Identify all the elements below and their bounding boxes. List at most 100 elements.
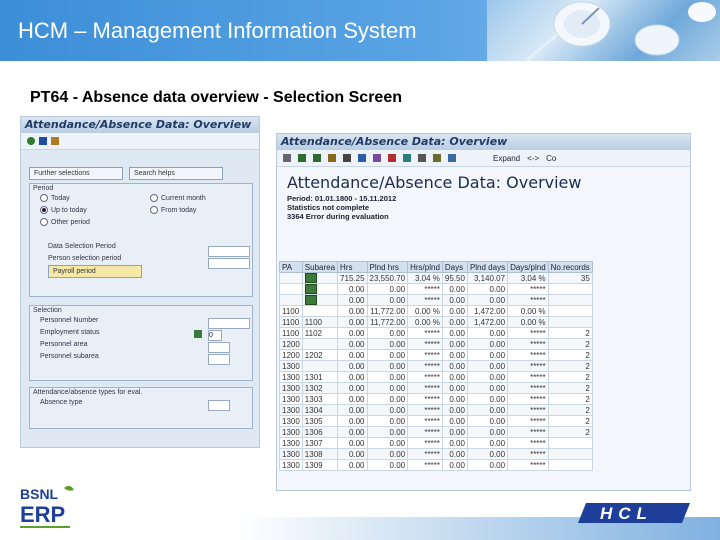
- table-cell: [547, 459, 593, 471]
- table-row[interactable]: 1100 1100 0.00 11,772.00 0.00 % 0.00 1,472.00 0…: [279, 316, 593, 328]
- table-cell: [547, 316, 593, 328]
- table-cell: 0.00 %: [407, 305, 443, 317]
- table-row[interactable]: 1300 1304 0.00 0.00 ***** 0.00 0.00 ***** 2: [279, 404, 593, 416]
- refresh-icon[interactable]: [403, 154, 411, 162]
- table-cell: *****: [407, 448, 443, 460]
- radio-other-period[interactable]: Other period: [30, 217, 100, 229]
- further-selections-button[interactable]: Further selections: [29, 167, 123, 180]
- collapse-button[interactable]: <->: [527, 154, 539, 163]
- radio-button[interactable]: [150, 194, 158, 203]
- table-cell: *****: [407, 360, 443, 372]
- export-icon[interactable]: [358, 154, 366, 162]
- column-header[interactable]: Hrs/plnd: [407, 261, 443, 273]
- table-cell: 1304: [301, 404, 339, 416]
- personnel-area-field[interactable]: [208, 342, 230, 353]
- table-cell: 1301: [301, 371, 339, 383]
- table-cell: 0.00: [337, 327, 368, 339]
- table-row[interactable]: 1300 1302 0.00 0.00 ***** 0.00 0.00 ***** 2: [279, 382, 593, 394]
- table-cell: 0.00: [466, 338, 509, 350]
- selection-group-title: Selection: [33, 307, 62, 314]
- print-icon[interactable]: [283, 154, 291, 162]
- table-cell: 2: [547, 327, 593, 339]
- column-header[interactable]: Plnd days: [466, 261, 509, 273]
- column-header[interactable]: Days/plnd: [507, 261, 549, 273]
- sort-ascending-icon[interactable]: [298, 154, 306, 162]
- column-header[interactable]: Days: [441, 261, 468, 273]
- table-row[interactable]: 715.25 23,550.70 3.04 % 95.50 3,140.07 3.04 %…: [279, 272, 593, 284]
- table-cell: 2: [547, 371, 593, 383]
- table-row[interactable]: 1300 1308 0.00 0.00 ***** 0.00 0.00 *****: [279, 448, 593, 460]
- info-icon[interactable]: [39, 137, 47, 145]
- radio-button[interactable]: [40, 194, 48, 203]
- table-row[interactable]: 0.00 0.00 ***** 0.00 0.00 *****: [279, 283, 593, 295]
- employment-status-field[interactable]: 0: [208, 330, 222, 341]
- radio-current-month[interactable]: Current month: [140, 193, 216, 205]
- table-row[interactable]: 1300 1306 0.00 0.00 ***** 0.00 0.00 ***** 2: [279, 426, 593, 438]
- person-selection-period-field[interactable]: [208, 258, 250, 269]
- table-cell: *****: [507, 294, 549, 306]
- table-cell: [301, 338, 339, 350]
- table-cell: *****: [507, 338, 549, 350]
- table-cell: 715.25: [337, 272, 368, 284]
- table-row[interactable]: 1100 1102 0.00 0.00 ***** 0.00 0.00 ***** 2: [279, 327, 593, 339]
- table-cell: 0.00: [366, 437, 409, 449]
- table-cell: [547, 283, 593, 295]
- table-cell: 0.00: [337, 316, 368, 328]
- table-cell: 1100: [279, 316, 303, 328]
- detail-icon[interactable]: [418, 154, 426, 162]
- graphic-icon[interactable]: [388, 154, 396, 162]
- table-row[interactable]: 1300 1309 0.00 0.00 ***** 0.00 0.00 *****: [279, 459, 593, 471]
- table-row[interactable]: 1200 1202 0.00 0.00 ***** 0.00 0.00 ***** 2: [279, 349, 593, 361]
- variant-icon[interactable]: [51, 137, 59, 145]
- selection-screen-screenshot: Attendance/Absence Data: Overview Furthe…: [20, 116, 260, 448]
- table-cell: 0.00: [366, 393, 409, 405]
- radio-button-selected[interactable]: [40, 206, 48, 215]
- search-helps-button[interactable]: Search helps: [129, 167, 223, 180]
- sort-descending-icon[interactable]: [313, 154, 321, 162]
- table-cell: *****: [507, 327, 549, 339]
- table-cell: 1300: [279, 459, 303, 471]
- table-row[interactable]: 1300 0.00 0.00 ***** 0.00 0.00 ***** 2: [279, 360, 593, 372]
- toolbar-overflow-button[interactable]: Co: [546, 154, 556, 163]
- filter-icon[interactable]: [328, 154, 336, 162]
- slide-subtitle: PT64 - Absence data overview - Selection…: [30, 89, 402, 106]
- layout-icon[interactable]: [373, 154, 381, 162]
- column-header[interactable]: Subarea: [301, 261, 339, 273]
- table-cell: 2: [547, 426, 593, 438]
- table-cell: *****: [407, 349, 443, 361]
- radio-today[interactable]: Today: [30, 193, 80, 205]
- table-cell: 0.00: [466, 459, 509, 471]
- column-header[interactable]: Plnd hrs: [366, 261, 409, 273]
- table-row[interactable]: 0.00 0.00 ***** 0.00 0.00 *****: [279, 294, 593, 306]
- column-header[interactable]: Hrs: [337, 261, 368, 273]
- table-row[interactable]: 1300 1307 0.00 0.00 ***** 0.00 0.00 *****: [279, 437, 593, 449]
- table-cell: 0.00: [466, 283, 509, 295]
- table-cell: *****: [407, 371, 443, 383]
- table-cell: 0.00: [441, 283, 468, 295]
- table-row[interactable]: 1300 1305 0.00 0.00 ***** 0.00 0.00 ***** 2: [279, 415, 593, 427]
- table-row[interactable]: 1300 1303 0.00 0.00 ***** 0.00 0.00 ***** 2: [279, 393, 593, 405]
- table-cell: *****: [407, 415, 443, 427]
- radio-up-to-today[interactable]: Up to today: [30, 205, 97, 217]
- sum-icon[interactable]: [343, 154, 351, 162]
- personnel-subarea-field[interactable]: [208, 354, 230, 365]
- table-cell: *****: [407, 294, 443, 306]
- column-header[interactable]: No.records: [547, 261, 593, 273]
- personnel-number-field[interactable]: [208, 318, 250, 329]
- table-row[interactable]: 1100 0.00 11,772.00 0.00 % 0.00 1,472.00 0.00 …: [279, 305, 593, 317]
- expand-button[interactable]: Expand: [493, 154, 520, 163]
- payroll-period-button[interactable]: Payroll period: [48, 265, 142, 278]
- radio-from-today[interactable]: From today: [140, 205, 206, 217]
- column-header[interactable]: PA: [279, 261, 303, 273]
- execute-icon[interactable]: [27, 137, 35, 145]
- table-cell: 1100: [279, 305, 303, 317]
- table-row[interactable]: 1300 1301 0.00 0.00 ***** 0.00 0.00 ***** 2: [279, 371, 593, 383]
- report-body: Attendance/Absence Data: Overview Period…: [277, 167, 690, 490]
- mail-icon[interactable]: [433, 154, 441, 162]
- table-cell: 0.00: [366, 327, 409, 339]
- absence-type-field[interactable]: [208, 400, 230, 411]
- radio-button[interactable]: [40, 218, 48, 227]
- radio-button[interactable]: [150, 206, 158, 215]
- table-row[interactable]: 1200 0.00 0.00 ***** 0.00 0.00 ***** 2: [279, 338, 593, 350]
- abc-analysis-icon[interactable]: [448, 154, 456, 162]
